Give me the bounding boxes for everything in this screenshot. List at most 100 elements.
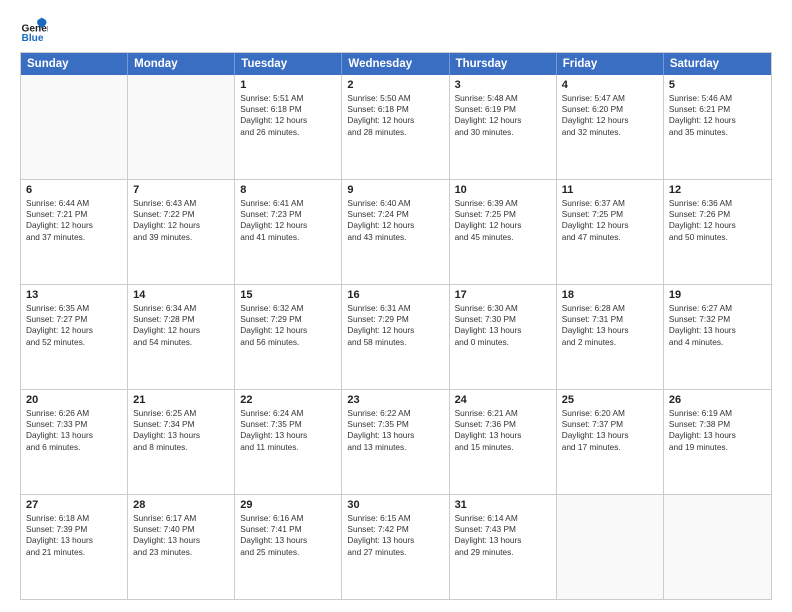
cell-line: Daylight: 13 hours [562,325,658,336]
calendar-cell-2-4: 17Sunrise: 6:30 AMSunset: 7:30 PMDayligh… [450,285,557,389]
day-number: 6 [26,184,122,196]
cell-line: Daylight: 13 hours [347,535,443,546]
cell-line: Daylight: 13 hours [455,325,551,336]
day-number: 7 [133,184,229,196]
calendar-cell-1-1: 7Sunrise: 6:43 AMSunset: 7:22 PMDaylight… [128,180,235,284]
calendar-row-2: 13Sunrise: 6:35 AMSunset: 7:27 PMDayligh… [21,285,771,390]
cell-line: Sunrise: 6:37 AM [562,198,658,209]
cell-line: Sunrise: 6:44 AM [26,198,122,209]
cell-line: Sunset: 7:41 PM [240,524,336,535]
cell-line: and 2 minutes. [562,337,658,348]
cell-line: Sunset: 7:29 PM [240,314,336,325]
page: General Blue SundayMondayTuesdayWednesda… [0,0,792,612]
calendar-cell-4-5 [557,495,664,599]
calendar-cell-3-3: 23Sunrise: 6:22 AMSunset: 7:35 PMDayligh… [342,390,449,494]
header: General Blue [20,16,772,44]
calendar-cell-2-5: 18Sunrise: 6:28 AMSunset: 7:31 PMDayligh… [557,285,664,389]
cell-line: Sunrise: 6:32 AM [240,303,336,314]
calendar-cell-1-4: 10Sunrise: 6:39 AMSunset: 7:25 PMDayligh… [450,180,557,284]
calendar-cell-1-6: 12Sunrise: 6:36 AMSunset: 7:26 PMDayligh… [664,180,771,284]
cell-line: Sunset: 6:18 PM [347,104,443,115]
calendar-cell-1-5: 11Sunrise: 6:37 AMSunset: 7:25 PMDayligh… [557,180,664,284]
cell-line: and 23 minutes. [133,547,229,558]
cell-line: and 43 minutes. [347,232,443,243]
day-number: 26 [669,394,766,406]
cell-line: Sunrise: 6:19 AM [669,408,766,419]
calendar-row-0: 1Sunrise: 5:51 AMSunset: 6:18 PMDaylight… [21,75,771,180]
cell-line: Daylight: 13 hours [240,430,336,441]
cell-line: Daylight: 12 hours [669,220,766,231]
cell-line: and 17 minutes. [562,442,658,453]
cell-line: Sunset: 7:42 PM [347,524,443,535]
calendar-cell-2-2: 15Sunrise: 6:32 AMSunset: 7:29 PMDayligh… [235,285,342,389]
cell-line: Sunset: 7:26 PM [669,209,766,220]
cell-line: and 27 minutes. [347,547,443,558]
header-day-sunday: Sunday [21,53,128,75]
day-number: 29 [240,499,336,511]
day-number: 23 [347,394,443,406]
cell-line: Sunset: 6:20 PM [562,104,658,115]
cell-line: and 25 minutes. [240,547,336,558]
cell-line: Daylight: 12 hours [133,220,229,231]
calendar-cell-0-4: 3Sunrise: 5:48 AMSunset: 6:19 PMDaylight… [450,75,557,179]
cell-line: Sunset: 7:28 PM [133,314,229,325]
day-number: 25 [562,394,658,406]
day-number: 18 [562,289,658,301]
calendar-row-3: 20Sunrise: 6:26 AMSunset: 7:33 PMDayligh… [21,390,771,495]
cell-line: Sunrise: 6:26 AM [26,408,122,419]
cell-line: Sunrise: 6:20 AM [562,408,658,419]
day-number: 22 [240,394,336,406]
cell-line: Sunset: 7:32 PM [669,314,766,325]
cell-line: Daylight: 13 hours [133,430,229,441]
cell-line: and 45 minutes. [455,232,551,243]
cell-line: Sunrise: 5:51 AM [240,93,336,104]
day-number: 20 [26,394,122,406]
calendar-cell-2-0: 13Sunrise: 6:35 AMSunset: 7:27 PMDayligh… [21,285,128,389]
cell-line: and 37 minutes. [26,232,122,243]
calendar-cell-3-2: 22Sunrise: 6:24 AMSunset: 7:35 PMDayligh… [235,390,342,494]
cell-line: Sunrise: 6:15 AM [347,513,443,524]
logo: General Blue [20,16,52,44]
cell-line: Daylight: 12 hours [669,115,766,126]
cell-line: Sunset: 7:25 PM [455,209,551,220]
cell-line: Sunrise: 6:36 AM [669,198,766,209]
cell-line: and 58 minutes. [347,337,443,348]
calendar-cell-4-2: 29 Sunrise: 6:16 AMSunset: 7:41 PMDayligh… [235,495,342,599]
cell-line: and 13 minutes. [347,442,443,453]
calendar-cell-0-3: 2Sunrise: 5:50 AMSunset: 6:18 PMDaylight… [342,75,449,179]
day-number: 5 [669,79,766,91]
cell-line: and 0 minutes. [455,337,551,348]
calendar-cell-0-6: 5Sunrise: 5:46 AMSunset: 6:21 PMDaylight… [664,75,771,179]
cell-line: Sunset: 6:21 PM [669,104,766,115]
calendar-row-4: 27Sunrise: 6:18 AMSunset: 7:39 PMDayligh… [21,495,771,599]
cell-line: Sunrise: 6:14 AM [455,513,551,524]
day-number: 9 [347,184,443,196]
cell-line: Sunrise: 6:25 AM [133,408,229,419]
calendar-cell-1-2: 8Sunrise: 6:41 AMSunset: 7:23 PMDaylight… [235,180,342,284]
cell-line: Daylight: 13 hours [347,430,443,441]
cell-line: Sunset: 7:40 PM [133,524,229,535]
day-number: 10 [455,184,551,196]
cell-line: Sunset: 7:35 PM [240,419,336,430]
cell-line: Sunset: 7:31 PM [562,314,658,325]
cell-line: Sunrise: 6:31 AM [347,303,443,314]
cell-line: and 50 minutes. [669,232,766,243]
cell-line: and 8 minutes. [133,442,229,453]
day-number: 4 [562,79,658,91]
header-day-friday: Friday [557,53,664,75]
cell-line: Sunrise: 6:16 AM [240,513,336,524]
cell-line: Daylight: 12 hours [455,220,551,231]
calendar: SundayMondayTuesdayWednesdayThursdayFrid… [20,52,772,600]
calendar-cell-0-1 [128,75,235,179]
day-number: 11 [562,184,658,196]
cell-line: Daylight: 13 hours [240,535,336,546]
cell-line: Daylight: 12 hours [347,220,443,231]
cell-line: Sunset: 7:23 PM [240,209,336,220]
cell-line: and 52 minutes. [26,337,122,348]
cell-line: Daylight: 13 hours [455,430,551,441]
day-number: 16 [347,289,443,301]
cell-line: and 15 minutes. [455,442,551,453]
calendar-cell-4-6 [664,495,771,599]
cell-line: Sunset: 7:34 PM [133,419,229,430]
header-day-monday: Monday [128,53,235,75]
